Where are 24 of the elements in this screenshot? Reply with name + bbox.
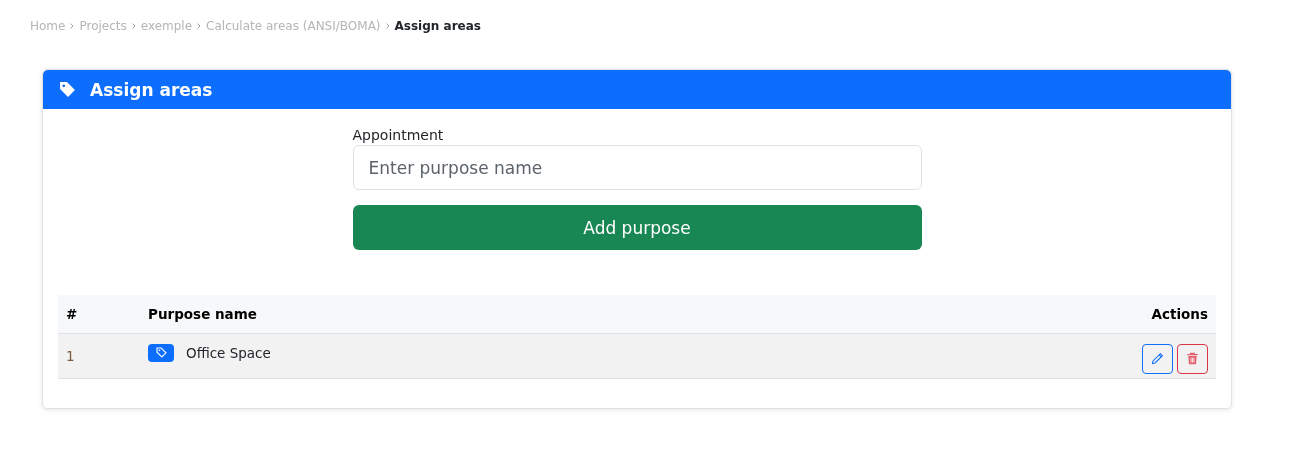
card-title: Assign areas <box>90 79 213 100</box>
breadcrumb-item[interactable]: Home <box>30 18 66 33</box>
trash-icon <box>1186 352 1199 365</box>
column-header: Purpose name <box>140 295 817 333</box>
tag-badge-icon <box>148 343 174 362</box>
add-purpose-button[interactable]: Add purpose <box>352 205 922 250</box>
purpose-input-field[interactable]: Enter purpose name <box>352 145 922 190</box>
chevron-icon <box>197 22 202 29</box>
purpose-name: Office Space <box>186 344 271 361</box>
column-header: # <box>58 295 140 333</box>
chevron-icon <box>70 22 75 29</box>
breadcrumb-item: Assign areas <box>394 18 481 33</box>
delete-button[interactable] <box>1177 343 1208 374</box>
field-label: Appointment <box>352 127 444 143</box>
pencil-icon <box>1151 352 1164 365</box>
edit-button[interactable] <box>1142 343 1173 374</box>
chevron-icon <box>131 22 136 29</box>
row-number: 1 <box>66 347 75 364</box>
column-header: Actions <box>816 295 1216 333</box>
tag-icon <box>59 81 76 98</box>
breadcrumb-item[interactable]: exemple <box>140 18 193 33</box>
chevron-icon <box>385 22 390 29</box>
breadcrumb-item[interactable]: Projects <box>79 18 127 33</box>
breadcrumb-item[interactable]: Calculate areas (ANSI/BOMA) <box>206 18 381 33</box>
